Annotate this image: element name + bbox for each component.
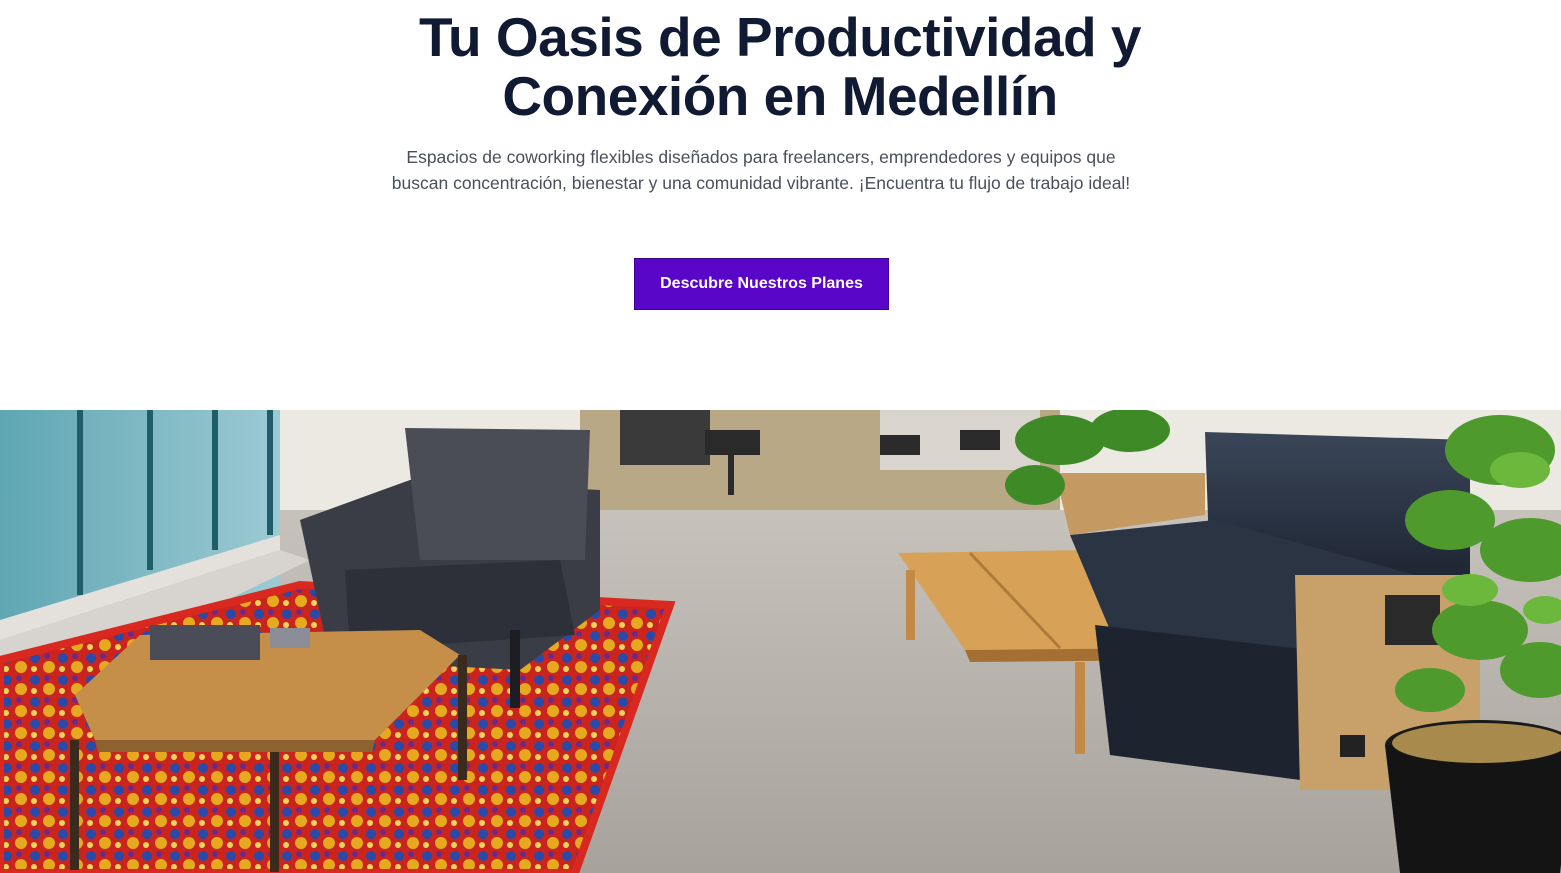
coworking-lounge-image	[0, 410, 1561, 873]
hero-title: Tu Oasis de Productividad y Conexión en …	[418, 6, 1142, 127]
hero-subtitle: Espacios de coworking flexibles diseñado…	[391, 147, 1131, 193]
discover-plans-button[interactable]: Descubre Nuestros Planes	[634, 258, 889, 310]
hero-section: Tu Oasis de Productividad y Conexión en …	[0, 0, 1561, 410]
